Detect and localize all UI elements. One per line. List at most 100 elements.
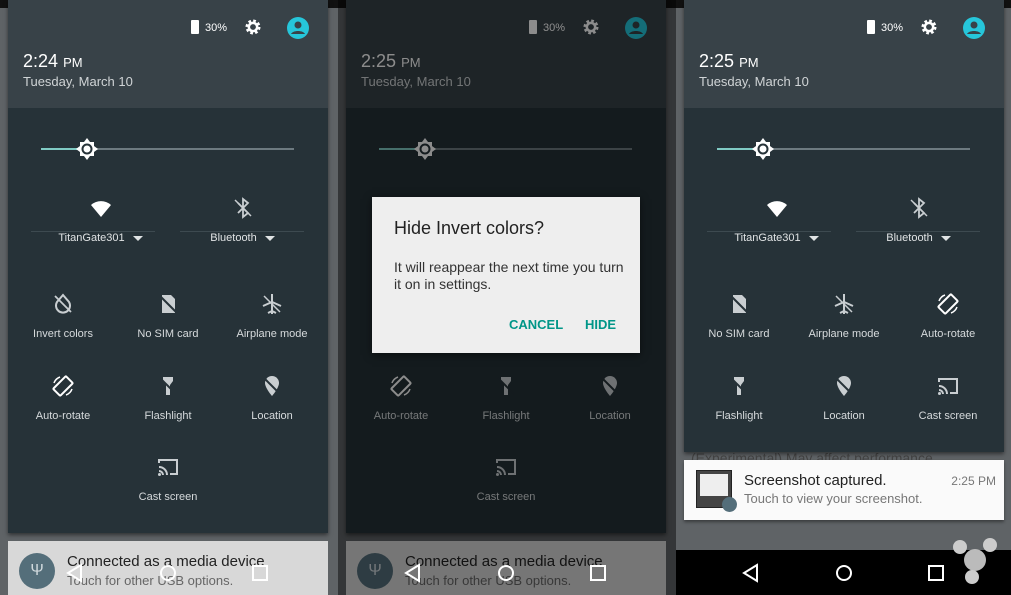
recents-icon[interactable] <box>925 562 947 584</box>
divider <box>180 231 304 232</box>
divider <box>31 231 155 232</box>
tile-no-sim-card[interactable]: No SIM card <box>113 292 223 340</box>
recents-icon[interactable] <box>587 562 609 584</box>
tile-airplane-mode[interactable]: Airplane mode <box>217 292 327 340</box>
location-icon <box>835 376 853 396</box>
battery-percent: 30% <box>881 22 904 34</box>
airplane-icon <box>262 294 282 314</box>
wifi-label: TitanGate301 <box>734 232 801 244</box>
screen-1: 30% 2:24 PM Tuesday, March 10 TitanGate3… <box>0 0 338 595</box>
no-sim-icon <box>730 295 748 313</box>
hide-tile-dialog: Hide Invert colors? It will reappear the … <box>372 197 640 353</box>
settings-gear-icon[interactable] <box>919 17 939 37</box>
screen-3: (Experimental) May affect performance 30… <box>676 0 1011 595</box>
tile-label: Cast screen <box>918 410 978 422</box>
back-icon[interactable] <box>740 562 762 584</box>
flashlight-icon <box>730 377 748 395</box>
bluetooth-label: Bluetooth <box>210 232 257 244</box>
wifi-label: TitanGate301 <box>58 232 125 244</box>
cancel-button[interactable]: CANCEL <box>509 317 563 332</box>
home-icon[interactable] <box>157 562 179 584</box>
wifi-dropdown-icon[interactable] <box>808 235 819 241</box>
tile-cast-screen[interactable]: Cast screen <box>113 455 223 503</box>
tile-cast-screen[interactable]: Cast screen <box>893 374 1003 422</box>
user-avatar[interactable] <box>963 17 985 39</box>
battery-icon <box>191 20 199 34</box>
image-icon <box>722 497 737 512</box>
brightness-slider[interactable] <box>41 138 294 160</box>
tile-label: Location <box>823 410 865 422</box>
wifi-tile[interactable]: TitanGate301 <box>38 196 163 244</box>
tile-location[interactable]: Location <box>217 374 327 422</box>
person-icon <box>291 21 305 34</box>
brightness-thumb-icon[interactable] <box>75 137 99 161</box>
quick-settings-panel: 30% 2:24 PM Tuesday, March 10 TitanGate3… <box>8 0 328 533</box>
bluetooth-icon <box>233 197 252 219</box>
tile-airplane-mode[interactable]: Airplane mode <box>789 292 899 340</box>
cast-icon <box>938 378 958 395</box>
tile-auto-rotate[interactable]: Auto-rotate <box>893 292 1003 340</box>
quick-settings-panel: 30% 2:25 PM Tuesday, March 10 TitanGate3… <box>684 0 1004 452</box>
tile-label: Airplane mode <box>808 328 880 340</box>
brightness-thumb-icon[interactable] <box>751 137 775 161</box>
tile-flashlight[interactable]: Flashlight <box>684 374 794 422</box>
screen-2: 30% 2:25 PM Tuesday, March 10 Auto-rotat… <box>338 0 676 595</box>
no-sim-icon <box>159 295 177 313</box>
divider <box>856 231 980 232</box>
date: Tuesday, March 10 <box>699 74 809 89</box>
auto-rotate-icon <box>937 293 959 315</box>
home-icon[interactable] <box>495 562 517 584</box>
bluetooth-dropdown-icon[interactable] <box>940 235 951 241</box>
screenshot-notification[interactable]: Screenshot captured. Touch to view your s… <box>684 460 1004 520</box>
divider <box>707 231 831 232</box>
wifi-dropdown-icon[interactable] <box>132 235 143 241</box>
bluetooth-tile[interactable]: Bluetooth <box>856 196 981 244</box>
home-icon[interactable] <box>833 562 855 584</box>
auto-rotate-icon <box>52 375 74 397</box>
tile-label: Flashlight <box>144 410 192 422</box>
tile-label: No SIM card <box>137 328 199 340</box>
notification-subtitle: Touch for other USB options. <box>67 573 234 588</box>
usb-icon: Ψ <box>19 553 55 589</box>
bluetooth-dropdown-icon[interactable] <box>264 235 275 241</box>
clock: 2:25 PM <box>699 51 759 72</box>
notification-time: 2:25 PM <box>951 474 996 488</box>
cast-icon <box>158 459 178 476</box>
dialog-title: Hide Invert colors? <box>394 218 545 238</box>
clock-ampm: PM <box>739 55 759 70</box>
brightness-slider[interactable] <box>717 138 970 160</box>
clock-ampm: PM <box>63 55 83 70</box>
date: Tuesday, March 10 <box>23 74 133 89</box>
tile-label: No SIM card <box>708 328 770 340</box>
location-icon <box>263 376 281 396</box>
tile-location[interactable]: Location <box>789 374 899 422</box>
bluetooth-tile[interactable]: Bluetooth <box>180 196 305 244</box>
clock-time: 2:25 <box>699 51 735 71</box>
hide-button[interactable]: HIDE <box>585 317 616 332</box>
notification-title: Screenshot captured. <box>744 472 887 489</box>
back-icon[interactable] <box>402 562 424 584</box>
bluetooth-label: Bluetooth <box>886 232 933 244</box>
quick-settings-header: 30% 2:25 PM Tuesday, March 10 <box>684 0 1004 108</box>
wifi-tile[interactable]: TitanGate301 <box>714 196 839 244</box>
tile-label: Airplane mode <box>236 328 308 340</box>
tile-label: Auto-rotate <box>35 410 91 422</box>
tile-auto-rotate[interactable]: Auto-rotate <box>8 374 118 422</box>
bluetooth-icon <box>909 197 928 219</box>
wifi-icon <box>90 201 111 217</box>
notification-subtitle: Touch to view your screenshot. <box>744 491 923 506</box>
recents-icon[interactable] <box>249 562 271 584</box>
tile-flashlight[interactable]: Flashlight <box>113 374 223 422</box>
user-avatar[interactable] <box>287 17 309 39</box>
invert-colors-icon <box>54 293 72 314</box>
battery-percent: 30% <box>205 22 228 34</box>
clock: 2:24 PM <box>23 51 83 72</box>
tile-label: Auto-rotate <box>920 328 976 340</box>
tile-invert-colors[interactable]: Invert colors <box>8 292 118 340</box>
settings-gear-icon[interactable] <box>243 17 263 37</box>
back-icon[interactable] <box>64 562 86 584</box>
tile-no-sim-card[interactable]: No SIM card <box>684 292 794 340</box>
person-icon <box>967 21 981 34</box>
flashlight-icon <box>159 377 177 395</box>
tile-label: Location <box>251 410 293 422</box>
